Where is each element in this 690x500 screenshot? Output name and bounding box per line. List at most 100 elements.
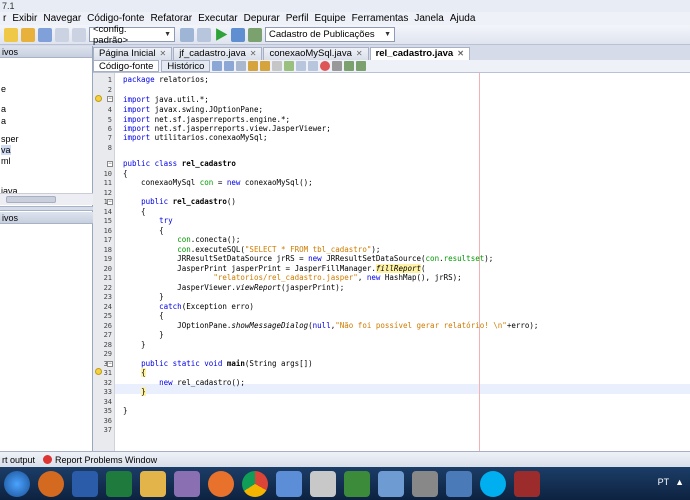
panel-divider[interactable] (0, 206, 93, 211)
app-icon[interactable] (344, 470, 370, 497)
profile-icon[interactable] (248, 27, 262, 42)
prev-occurrence-icon[interactable] (248, 61, 259, 71)
window-title: 7.1 (0, 0, 690, 12)
shift-right-icon[interactable] (308, 61, 319, 71)
app-icon[interactable] (446, 470, 472, 497)
redo-icon[interactable] (72, 27, 86, 42)
hint-bulb-icon[interactable] (95, 95, 102, 102)
menu-item[interactable]: Perfil (283, 12, 312, 25)
next-occurrence-icon[interactable] (260, 61, 271, 71)
toggle-comment-icon[interactable] (284, 61, 295, 71)
save-all-icon[interactable] (38, 27, 52, 42)
target-select[interactable]: Cadastro de Publicações ▼ (265, 27, 395, 42)
skype-icon[interactable] (480, 470, 506, 497)
tree-item[interactable]: ml (1, 156, 11, 166)
stop-macro-icon[interactable] (332, 61, 343, 71)
app-icon[interactable] (276, 470, 302, 497)
chrome-icon[interactable] (242, 470, 268, 497)
menu-item[interactable]: Executar (195, 12, 240, 25)
open-project-icon[interactable] (21, 27, 35, 42)
excel-icon[interactable] (106, 470, 132, 497)
error-icon (43, 455, 53, 464)
horizontal-scrollbar[interactable] (0, 193, 93, 205)
line-number: 24 (103, 303, 112, 311)
config-select[interactable]: <config. padrão> ▼ (89, 24, 175, 46)
menu-item[interactable]: Navegar (40, 12, 84, 25)
code-line: public static void main(String args[]) (141, 359, 313, 368)
menu-item[interactable]: Ferramentas (349, 12, 412, 25)
line-number: 27 (103, 331, 112, 339)
tree-item[interactable]: e (1, 84, 6, 94)
menu-item[interactable]: Ajuda (447, 12, 479, 25)
tab-source[interactable]: Código-fonte (93, 60, 160, 72)
clean-build-icon[interactable] (197, 27, 211, 42)
tree-item[interactable]: a (1, 116, 6, 126)
folder-icon[interactable] (140, 470, 166, 497)
tree-item-selected[interactable]: va (1, 145, 11, 155)
run-icon[interactable] (216, 28, 228, 41)
app-icon[interactable] (514, 470, 540, 497)
line-number: 10 (103, 170, 112, 178)
fold-toggle-icon[interactable]: − (107, 361, 113, 367)
hint-bulb-icon[interactable] (95, 368, 102, 375)
menu-item[interactable]: Exibir (9, 12, 40, 25)
uncomment-icon[interactable] (356, 61, 367, 71)
code-line: { (141, 368, 146, 377)
report-problems-tab[interactable]: Report Problems Window (43, 455, 157, 465)
tree-item[interactable]: a (1, 104, 6, 114)
undo-icon[interactable] (55, 27, 69, 42)
back-icon[interactable] (212, 61, 223, 71)
line-number: 37 (103, 426, 112, 434)
build-icon[interactable] (180, 27, 194, 42)
forward-icon[interactable] (224, 61, 235, 71)
locale-indicator[interactable]: PT (658, 477, 670, 487)
line-number: 36 (103, 417, 112, 425)
word-icon[interactable] (72, 470, 98, 497)
menu-item[interactable]: Depurar (241, 12, 283, 25)
start-macro-icon[interactable] (320, 61, 331, 71)
editor-tab[interactable]: conexaoMySql.java ✕ (263, 47, 369, 60)
app-icon[interactable] (412, 470, 438, 497)
close-icon[interactable]: ✕ (356, 48, 363, 60)
close-icon[interactable]: ✕ (457, 48, 464, 60)
tab-history[interactable]: Histórico (161, 60, 211, 72)
code-line: } (123, 292, 164, 301)
new-project-icon[interactable] (4, 27, 18, 42)
line-number: 14 (103, 208, 112, 216)
app-icon[interactable] (310, 470, 336, 497)
close-icon[interactable]: ✕ (250, 48, 257, 60)
editor-tab[interactable]: jf_cadastro.java ✕ (173, 47, 263, 60)
menu-item[interactable]: Equipe (312, 12, 349, 25)
fold-toggle-icon[interactable]: − (107, 161, 113, 167)
firefox-icon[interactable] (208, 470, 234, 497)
virtualbox-icon[interactable] (378, 470, 404, 497)
fold-toggle-icon[interactable]: − (107, 96, 113, 102)
code-editor[interactable]: 1234567891011121314151617181920212223242… (93, 73, 690, 451)
editor-tab[interactable]: rel_cadastro.java ✕ (369, 47, 470, 60)
app-icon[interactable] (174, 470, 200, 497)
code-line: package relatorios; (123, 75, 209, 84)
debug-icon[interactable] (231, 27, 245, 42)
line-number: 18 (103, 246, 112, 254)
shift-left-icon[interactable] (296, 61, 307, 71)
search-icon[interactable] (236, 61, 247, 71)
start-button-icon[interactable] (4, 470, 30, 497)
close-icon[interactable]: ✕ (160, 48, 167, 60)
fold-toggle-icon[interactable]: − (107, 199, 113, 205)
editor-tab[interactable]: Página Inicial ✕ (93, 47, 173, 60)
code-line: } (141, 387, 146, 396)
toggle-highlight-icon[interactable] (272, 61, 283, 71)
output-tab[interactable]: rt output (2, 455, 35, 465)
menu-item[interactable]: Janela (411, 12, 446, 25)
line-number: 26 (103, 322, 112, 330)
status-bar: rt output Report Problems Window (0, 451, 690, 467)
tray-arrow-icon[interactable]: ▲ (675, 477, 684, 487)
menu-item[interactable]: r (0, 12, 9, 25)
scroll-thumb[interactable] (6, 196, 56, 203)
tree-item[interactable]: sper (1, 134, 19, 144)
comment-icon[interactable] (344, 61, 355, 71)
code-line: public class rel_cadastro (123, 159, 236, 168)
code-line: conexaoMySql con = new conexaoMySql(); (123, 178, 313, 187)
media-player-icon[interactable] (38, 470, 64, 497)
projects-panel: ivos e a a sper va ml java ivos (0, 46, 93, 451)
